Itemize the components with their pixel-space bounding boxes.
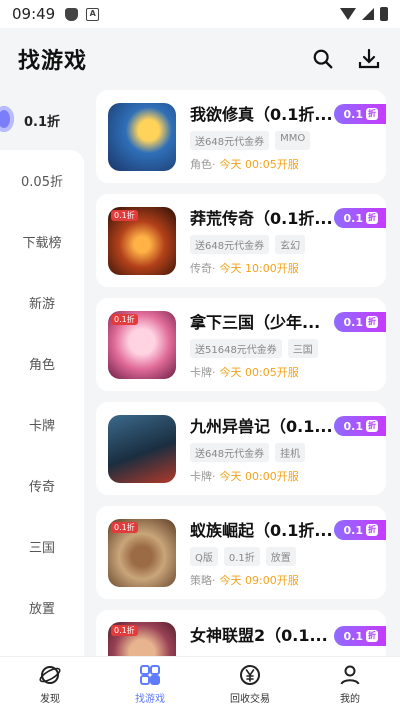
game-icon-beast <box>108 414 176 483</box>
server-open-time: 今天 00:05开服 <box>219 158 299 171</box>
discount-badge: 0.1 折 <box>333 416 386 436</box>
game-title: 女神联盟2（0.1... <box>190 626 328 645</box>
game-tag: MMO <box>275 131 311 150</box>
discount-corner-badge: 0.1折 <box>111 521 138 533</box>
category-list: 0.05折 下载榜 新游 角色 卡牌 传奇 三国 放置 <box>0 150 84 656</box>
category-label: 0.1折 <box>23 114 61 130</box>
grid-icon <box>140 665 160 685</box>
category-item[interactable]: 下载榜 <box>0 211 84 272</box>
game-icon-goddess: 0.1折 <box>108 622 176 656</box>
shield-icon <box>65 7 79 21</box>
game-title: 拿下三国（少年... <box>190 313 321 332</box>
bottom-nav: 发现 找游戏 回收交易 我的 <box>0 656 400 711</box>
game-card[interactable]: 0.1折 莽荒传奇（0.1折... 送648元代金券 玄幻 传奇· 今天 10:0… <box>96 194 386 287</box>
nav-label: 回收交易 <box>230 694 270 705</box>
nav-label: 我的 <box>340 694 360 705</box>
status-time: 09:49 <box>12 5 56 23</box>
game-icon-anime: 0.1折 <box>108 310 176 379</box>
game-genre: 策略 <box>190 574 212 587</box>
status-bar: 09:49 A <box>0 0 400 28</box>
game-title: 莽荒传奇（0.1折... <box>190 209 333 228</box>
battery-icon <box>380 7 388 21</box>
game-tag: 三国 <box>287 339 318 358</box>
game-card[interactable]: 0.1折 蚁族崛起（0.1折... Q版 0.1折 放置 策略· 今天 09:00… <box>96 506 386 599</box>
game-tag: Q版 <box>190 547 218 566</box>
nav-discover[interactable]: 发现 <box>0 657 100 711</box>
discount-corner-badge: 0.1折 <box>111 625 138 636</box>
game-title: 蚁族崛起（0.1折... <box>190 521 333 540</box>
nav-recycle-trade[interactable]: 回收交易 <box>200 657 300 711</box>
server-open-time: 今天 00:00开服 <box>219 470 299 483</box>
discount-corner-badge: 0.1折 <box>111 209 138 221</box>
search-icon <box>313 49 333 69</box>
game-genre: 角色 <box>190 158 212 171</box>
wifi-icon <box>340 8 356 20</box>
app-header: 找游戏 <box>0 28 400 90</box>
download-icon <box>358 48 380 69</box>
game-icon-fire: 0.1折 <box>108 206 176 275</box>
server-open-time: 今天 09:00开服 <box>219 574 299 587</box>
game-tag: 放置 <box>265 547 296 566</box>
game-icon-wuxia <box>108 102 176 171</box>
game-title: 九州异兽记（0.1... <box>190 417 333 436</box>
game-card[interactable]: 0.1折 拿下三国（少年... 送51648元代金券 三国 卡牌· 今天 00:0… <box>96 298 386 391</box>
download-button[interactable] <box>356 46 382 72</box>
game-tag: 送51648元代金券 <box>190 339 282 358</box>
category-item[interactable]: 三国 <box>0 516 84 577</box>
search-button[interactable] <box>310 46 336 72</box>
category-item-active[interactable]: 0.1折 <box>0 90 84 150</box>
game-tag: 送648元代金券 <box>190 131 270 150</box>
category-sidebar: 0.1折 0.05折 下载榜 新游 角色 卡牌 传奇 三国 放置 <box>0 90 84 656</box>
notification-a-icon: A <box>86 7 100 21</box>
game-card[interactable]: 九州异兽记（0.1... 送648元代金券 挂机 卡牌· 今天 00:00开服 0… <box>96 402 386 495</box>
discount-badge: 0.1 折 <box>333 312 386 332</box>
game-icon-ant: 0.1折 <box>108 518 176 587</box>
discount-corner-badge: 0.1折 <box>111 313 138 325</box>
game-genre: 传奇 <box>190 262 212 275</box>
category-item[interactable]: 新游 <box>0 272 84 333</box>
game-card[interactable]: 0.1折 女神联盟2（0.1... 0.1 折 <box>96 610 386 656</box>
planet-icon <box>39 666 61 684</box>
game-tag: 挂机 <box>275 443 306 462</box>
category-item[interactable]: 角色 <box>0 333 84 394</box>
category-item[interactable]: 放置 <box>0 577 84 638</box>
server-open-time: 今天 00:05开服 <box>219 366 299 379</box>
yuan-icon <box>240 665 260 685</box>
discount-badge: 0.1 折 <box>333 520 386 540</box>
page-title: 找游戏 <box>18 49 88 74</box>
nav-label: 找游戏 <box>135 694 165 705</box>
discount-badge: 0.1 折 <box>333 626 386 646</box>
game-list: 我欲修真（0.1折... 送648元代金券 MMO 角色· 今天 00:05开服 … <box>96 90 388 656</box>
server-open-time: 今天 10:00开服 <box>219 262 299 275</box>
game-genre: 卡牌 <box>190 366 212 379</box>
signal-icon <box>362 8 374 20</box>
category-item[interactable]: 卡牌 <box>0 394 84 455</box>
nav-label: 发现 <box>40 694 60 705</box>
category-item[interactable]: 0.05折 <box>0 150 84 211</box>
game-tag: 送648元代金券 <box>190 443 270 462</box>
person-icon <box>340 665 360 685</box>
game-genre: 卡牌 <box>190 470 212 483</box>
active-indicator <box>0 106 14 132</box>
game-tag: 送648元代金券 <box>190 235 270 254</box>
game-tag: 0.1折 <box>223 547 260 566</box>
discount-badge: 0.1 折 <box>333 104 386 124</box>
nav-mine[interactable]: 我的 <box>300 657 400 711</box>
game-title: 我欲修真（0.1折... <box>190 105 333 124</box>
nav-find-game[interactable]: 找游戏 <box>100 657 200 711</box>
game-tag: 玄幻 <box>275 235 306 254</box>
discount-badge: 0.1 折 <box>333 208 386 228</box>
game-card[interactable]: 我欲修真（0.1折... 送648元代金券 MMO 角色· 今天 00:05开服 … <box>96 90 386 183</box>
category-item[interactable]: 传奇 <box>0 455 84 516</box>
